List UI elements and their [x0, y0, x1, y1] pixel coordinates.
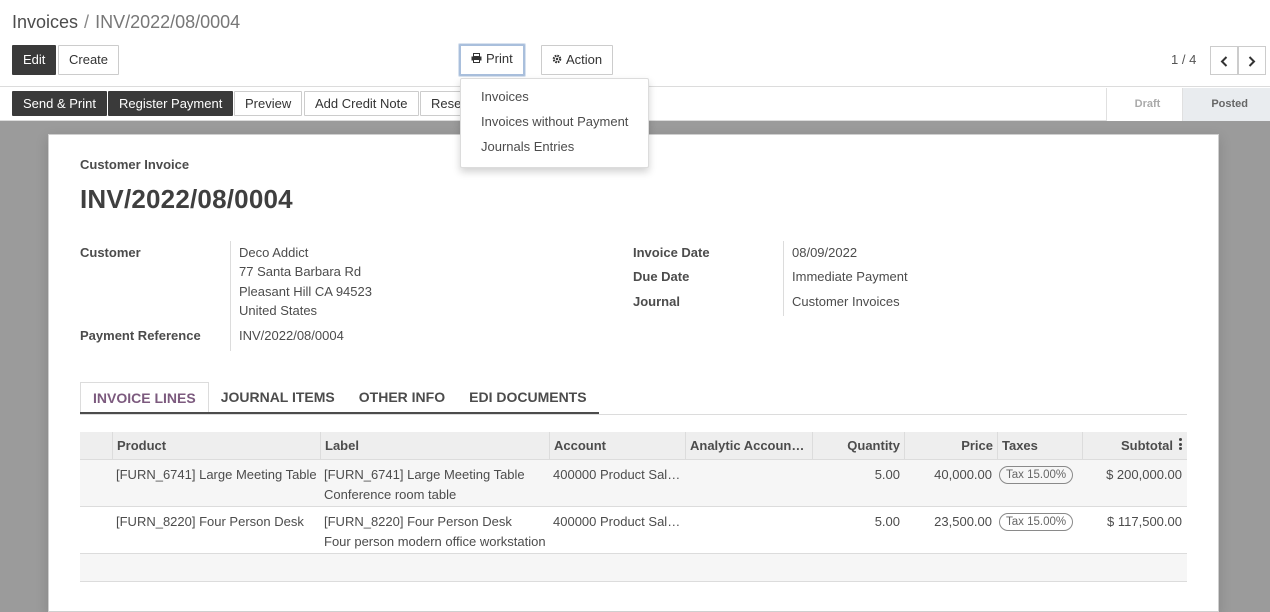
pager-value[interactable]: 1 / 4 [1171, 52, 1196, 67]
payment-reference-value[interactable]: INV/2022/08/0004 [239, 328, 344, 343]
print-dropdown-menu: Invoices Invoices without Payment Journa… [460, 78, 649, 168]
cell-account: 400000 Product Sal… [553, 514, 681, 529]
create-button[interactable]: Create [58, 45, 120, 75]
due-date-label: Due Date [633, 269, 690, 284]
field-divider [230, 241, 231, 351]
column-account[interactable]: Account [549, 432, 685, 460]
column-taxes[interactable]: Taxes [997, 432, 1082, 460]
optional-columns-kebab-icon[interactable] [1179, 438, 1182, 452]
cell-quantity: 5.00 [874, 514, 900, 529]
stage-draft: Draft [1105, 88, 1183, 121]
print-button-label: Print [486, 51, 513, 66]
breadcrumb-parent[interactable]: Invoices [12, 12, 78, 32]
cell-subtotal: $ 117,500.00 [1107, 514, 1182, 529]
tab-other-info[interactable]: OTHER INFO [347, 382, 457, 412]
invoice-type-label: Customer Invoice [80, 157, 190, 172]
column-price[interactable]: Price [904, 432, 997, 460]
breadcrumb-current: INV/2022/08/0004 [95, 12, 241, 32]
cell-subtotal: $ 200,000.00 [1106, 467, 1182, 482]
cell-product: [FURN_6741] Large Meeting Table [116, 467, 317, 482]
pager-previous-button[interactable] [1210, 46, 1238, 75]
field-divider [783, 241, 784, 316]
preview-button[interactable]: Preview [234, 91, 303, 116]
menu-item-invoices[interactable]: Invoices [461, 87, 648, 112]
table-row[interactable]: [FURN_8220] Four Person Desk [FURN_8220]… [80, 507, 1187, 554]
print-button[interactable]: Print [459, 44, 525, 76]
tax-badge: Tax 15.00% [999, 466, 1074, 484]
printer-icon [471, 47, 482, 73]
gear-icon [552, 47, 562, 75]
form-sheet: Customer Invoice INV/2022/08/0004 Custom… [48, 134, 1219, 612]
register-payment-button[interactable]: Register Payment [108, 91, 234, 116]
chevron-left-icon [1220, 54, 1228, 70]
customer-address-line1: 77 Santa Barbara Rd [239, 264, 362, 279]
stage-posted: Posted [1182, 88, 1270, 121]
cell-product: [FURN_8220] Four Person Desk [116, 514, 304, 529]
action-button[interactable]: Action [541, 45, 614, 75]
notebook-tabs: INVOICE LINES JOURNAL ITEMS OTHER INFO E… [80, 382, 599, 414]
chevron-right-icon [1248, 54, 1256, 70]
cell-label-line2: Conference room table [324, 487, 457, 502]
tabs-baseline [80, 414, 1187, 415]
tab-invoice-lines[interactable]: INVOICE LINES [80, 382, 209, 412]
column-subtotal[interactable]: Subtotal [1082, 432, 1187, 460]
edit-button[interactable]: Edit [12, 45, 57, 75]
column-label[interactable]: Label [320, 432, 549, 460]
customer-name[interactable]: Deco Addict [239, 245, 308, 260]
cell-label-line1: [FURN_8220] Four Person Desk [324, 514, 512, 529]
column-product[interactable]: Product [112, 432, 318, 460]
cell-label-line1: [FURN_6741] Large Meeting Table [324, 467, 525, 482]
cell-price: 23,500.00 [934, 514, 992, 529]
table-header: Product Label Account Analytic Account… … [80, 432, 1187, 460]
column-analytic-account[interactable]: Analytic Account… [685, 432, 812, 460]
payment-reference-label: Payment Reference [80, 328, 201, 343]
pager-next-button[interactable] [1238, 46, 1266, 75]
tab-journal-items[interactable]: JOURNAL ITEMS [209, 382, 347, 412]
action-button-label: Action [566, 52, 603, 67]
menu-item-journals-entries[interactable]: Journals Entries [461, 137, 648, 162]
journal-label: Journal [633, 294, 680, 309]
tax-badge: Tax 15.00% [999, 513, 1074, 531]
invoice-date-value[interactable]: 08/09/2022 [792, 245, 857, 260]
empty-table-row[interactable] [80, 554, 1187, 582]
customer-label: Customer [80, 245, 141, 260]
customer-address-line3: United States [239, 303, 318, 318]
column-quantity[interactable]: Quantity [812, 432, 904, 460]
cell-account: 400000 Product Sal… [553, 467, 681, 482]
breadcrumb-separator: / [84, 12, 90, 32]
cell-price: 40,000.00 [934, 467, 992, 482]
cell-quantity: 5.00 [874, 467, 900, 482]
add-credit-note-button[interactable]: Add Credit Note [304, 91, 419, 116]
customer-address-line2: Pleasant Hill CA 94523 [239, 284, 372, 299]
cell-label-line2: Four person modern office workstation [324, 534, 546, 549]
due-date-value[interactable]: Immediate Payment [792, 269, 908, 284]
stage-bar: Draft Posted [1105, 88, 1270, 121]
table-row[interactable]: [FURN_6741] Large Meeting Table [FURN_67… [80, 460, 1187, 507]
journal-value[interactable]: Customer Invoices [792, 294, 900, 309]
control-panel: Invoices / INV/2022/08/0004 Edit Create Pr… [0, 0, 1270, 87]
invoice-lines-table: Product Label Account Analytic Account… … [80, 432, 1187, 582]
tab-edi-documents[interactable]: EDI DOCUMENTS [457, 382, 598, 412]
send-print-button[interactable]: Send & Print [12, 91, 107, 116]
invoice-name: INV/2022/08/0004 [80, 184, 293, 214]
invoice-date-label: Invoice Date [633, 245, 710, 260]
menu-item-invoices-without-payment[interactable]: Invoices without Payment [461, 112, 648, 137]
breadcrumb: Invoices / INV/2022/08/0004 [12, 12, 240, 33]
